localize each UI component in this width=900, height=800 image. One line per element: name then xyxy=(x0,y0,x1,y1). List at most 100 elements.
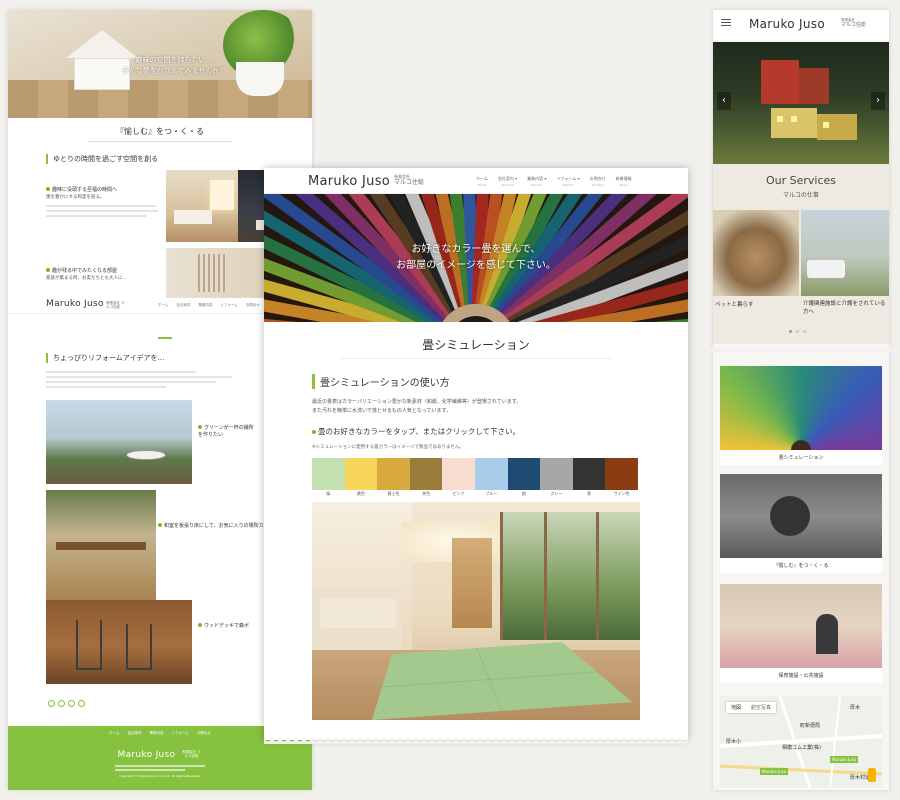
map-label-post-office: 町新便局 xyxy=(800,723,821,729)
center-desc-line1: 最近の畳表はカラーバリエーション豊かな新素材（和紙、化学繊維等）が登場されていま… xyxy=(312,399,522,405)
tatami-color-label: 黄色 xyxy=(356,491,365,496)
tatami-color-swatch[interactable] xyxy=(409,458,443,490)
right-service-car-image[interactable] xyxy=(801,210,889,296)
chevron-right-icon[interactable]: › xyxy=(871,92,885,110)
tatami-color-swatch[interactable] xyxy=(474,458,508,490)
nav-label: 新着情報 xyxy=(615,176,632,181)
tatami-color-swatch[interactable] xyxy=(377,458,410,490)
footer-nav-about[interactable]: 会社案内 xyxy=(128,731,142,736)
right-card-nursery-image xyxy=(720,584,882,668)
right-service-caption2: 介護関連施設と介護をされている方へ xyxy=(803,301,886,315)
nav-label: 会社案内 xyxy=(497,176,514,181)
nav-label: リフォーム xyxy=(556,176,577,181)
tatami-color-swatch[interactable] xyxy=(605,458,638,490)
tatami-color-label: 黄土色 xyxy=(387,491,400,496)
left-hero-line2: そんな夢をかなえてみませんか？ xyxy=(121,67,227,75)
tatami-color-label: グレー xyxy=(550,491,563,496)
left-item1-sub: 僕を豊かにする和室を創る。 xyxy=(46,195,105,200)
left-photo1-text: グリーンが一杯の撮所を作りたい xyxy=(198,424,258,438)
center-nav-news[interactable]: 新着情報 News xyxy=(616,176,632,187)
center-logo[interactable]: Maruko Juso xyxy=(308,174,390,189)
left-item1-title: 趣味に没頭する至福の時間へ xyxy=(46,186,164,193)
tatami-color-label: ピンク xyxy=(452,491,465,496)
right-card-tanoshimu[interactable]: 『愉しむ』をつ・く・る xyxy=(720,474,882,573)
divider xyxy=(88,141,232,142)
pot-figure xyxy=(236,62,284,96)
right-service-dog-image[interactable] xyxy=(713,210,799,296)
share-icon[interactable] xyxy=(48,700,55,707)
center-nav-about[interactable]: 会社案内 ▾ About us xyxy=(498,176,517,187)
center-page-title: 畳シミュレーション xyxy=(422,338,530,352)
left-nav-service[interactable]: 業務内容 xyxy=(198,303,212,308)
tatami-color-swatch[interactable] xyxy=(540,458,573,490)
center-section-heading: 畳シミュレーションの使い方 xyxy=(312,374,450,389)
right-service-caption1: ペットと暮らす xyxy=(715,302,754,308)
right-hero-slider: ‹ › xyxy=(713,42,889,164)
left-nav-home[interactable]: ホーム xyxy=(158,303,168,308)
footer-nav-contact[interactable]: お問合せ xyxy=(197,731,211,736)
chevron-left-icon[interactable]: ‹ xyxy=(717,92,731,110)
footer-nav-home[interactable]: ホーム xyxy=(109,731,119,736)
left-nav-contact[interactable]: お問合せ xyxy=(246,303,260,308)
share-icon[interactable] xyxy=(58,700,65,707)
tatami-color-swatch[interactable] xyxy=(507,458,541,490)
center-hero-text: お好きなカラー畳を選んで、 お部屋のイメージを感じて下さい。 xyxy=(264,242,688,274)
tatami-color-swatch[interactable] xyxy=(572,458,606,490)
map-tab-map[interactable]: 地図 xyxy=(726,702,746,713)
tatami-color-swatch[interactable] xyxy=(344,458,378,490)
map-type-tabs: 地図 航空写真 xyxy=(726,702,777,713)
center-logo-sub: 有限会社 マルコ住総 xyxy=(394,174,424,186)
center-instruction: 畳のお好きなカラーをタップ、またはクリックして下さい。 xyxy=(312,426,520,437)
center-nav-contact[interactable]: お問合せ Contact xyxy=(590,176,606,187)
tatami-color-label: 黒 xyxy=(587,491,592,496)
left-footer-logo-sub: 有限会社 マルコ住総 xyxy=(182,750,201,758)
right-card-nursery[interactable]: 保育施設・公共施設 xyxy=(720,584,882,683)
left-header-logo[interactable]: Maruko Juso xyxy=(46,299,104,309)
right-header: Maruko Juso 有限会社 マルコ住総 xyxy=(713,10,889,40)
map-pegman-icon[interactable] xyxy=(868,768,876,782)
left-header-logo-sub: 有限会社 マルコ住総 xyxy=(106,301,125,309)
left-item1: 趣味に没頭する至福の時間へ 僕を豊かにする和室を創る。 xyxy=(46,186,164,220)
swatch-row xyxy=(312,458,640,490)
left-sub-heading: ゆとりの時間を過ごす空間を創る xyxy=(46,154,158,164)
left-garden-photo xyxy=(46,400,192,484)
nav-label: ホーム xyxy=(476,176,488,181)
hamburger-menu-icon[interactable] xyxy=(721,19,731,26)
left-photo1-caption: グリーンが一杯の撮所を作りたい xyxy=(198,424,258,438)
share-icon[interactable] xyxy=(68,700,75,707)
left-item2-sub: 家族が集まる時、お友だちとも大人に.. xyxy=(46,276,126,281)
left-sub-heading2: ちょっぴりリフォームアイデアを… xyxy=(46,353,164,363)
map-label-atsugi: 厚木 xyxy=(850,705,861,711)
left-nav-about[interactable]: 会社案内 xyxy=(176,303,190,308)
right-mobile-panel: Maruko Juso 有限会社 マルコ住総 ‹ › Our Services … xyxy=(713,10,889,790)
footer-nav-reform[interactable]: リフォーム xyxy=(172,731,189,736)
center-nav-service[interactable]: 業務内容 ▾ Service xyxy=(527,176,546,187)
map-tab-satellite[interactable]: 航空写真 xyxy=(746,702,776,713)
tatami-color-label: 緑 xyxy=(326,491,331,496)
torn-edge xyxy=(264,738,688,744)
center-nav-home[interactable]: ホーム Home xyxy=(476,176,488,187)
right-map[interactable]: 地図 航空写真 厚木 厚木小 相模ゴム工業(株) 厚木村道 町新便局 Maruk… xyxy=(720,696,882,788)
left-nav-reform[interactable]: リフォーム xyxy=(220,303,237,308)
right-services-section: Our Services マルコの仕事 ペットと暮らす 介護関連施設と介護をされ… xyxy=(713,164,889,344)
right-card1-caption: 畳シミュレーション xyxy=(778,455,824,461)
left-text-lines xyxy=(46,368,236,391)
right-logo-sub-main: マルコ住総 xyxy=(841,22,866,28)
swatch-label-row: 緑 黄色 黄土色 茶色 ピンク ブルー 紺 グレー 黒 ワイン色 xyxy=(312,491,640,497)
right-card-tatami[interactable]: 畳シミュレーション xyxy=(720,366,882,465)
tatami-color-swatch[interactable] xyxy=(312,458,345,490)
nav-sub: About us xyxy=(500,183,515,187)
tatami-color-label: ワイン色 xyxy=(613,491,630,496)
tatami-color-label: 紺 xyxy=(521,491,526,496)
left-section-title: 『愉しむ』をつ・く・る xyxy=(116,127,204,136)
left-deck-photo xyxy=(46,600,192,684)
right-logo[interactable]: Maruko Juso xyxy=(749,17,825,31)
nav-sub: Home xyxy=(477,183,487,187)
share-icon[interactable] xyxy=(78,700,85,707)
divider xyxy=(340,358,612,359)
room-preview xyxy=(312,502,640,720)
center-nav-reform[interactable]: リフォーム ▾ Reform xyxy=(556,176,579,187)
tatami-color-swatch[interactable] xyxy=(442,458,475,490)
footer-nav-service[interactable]: 業務内容 xyxy=(150,731,164,736)
center-note: ※シミュレーションに使用する畳カラーはイメージで製品ではありません。 xyxy=(312,445,464,450)
